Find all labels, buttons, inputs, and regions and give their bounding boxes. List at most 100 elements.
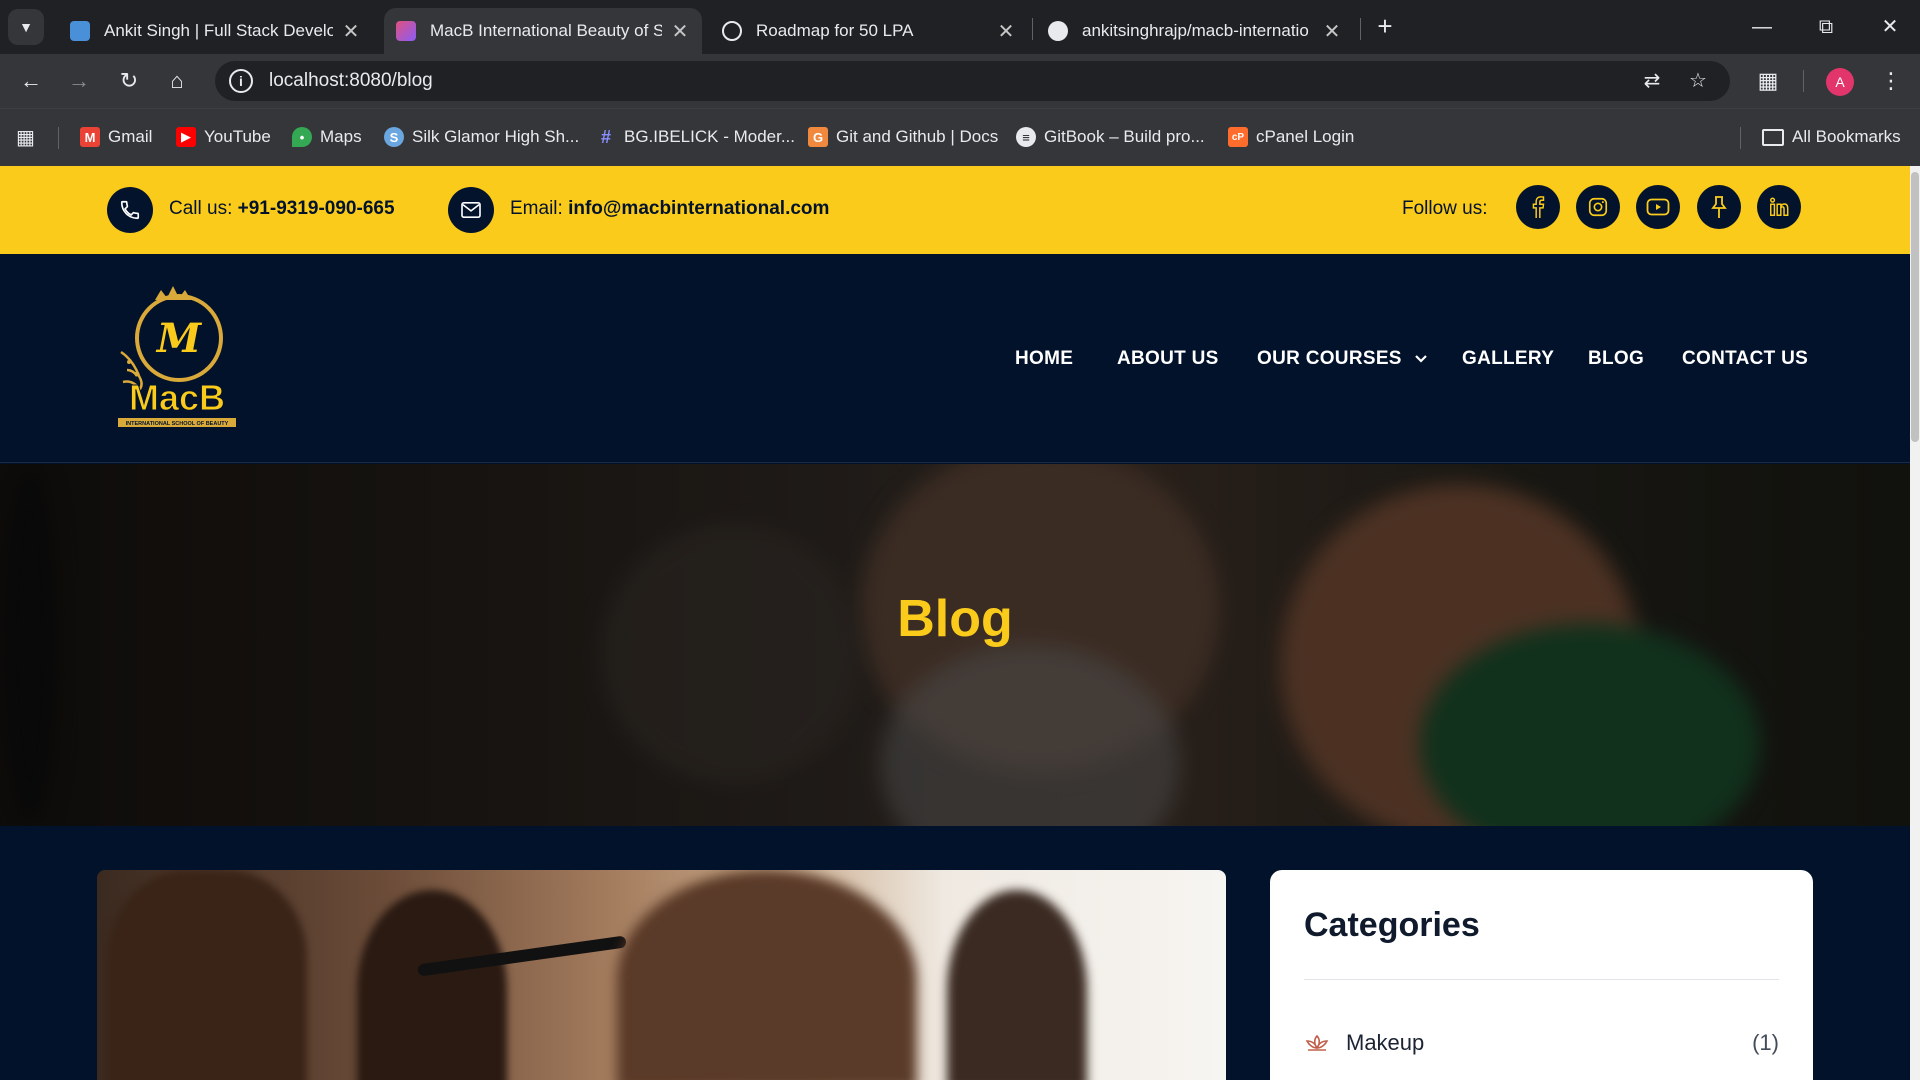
categories-heading: Categories	[1304, 906, 1480, 944]
blog-post-image[interactable]	[97, 870, 1226, 1080]
toolbar-separator	[1803, 70, 1804, 92]
mail-icon[interactable]	[448, 187, 494, 233]
bookmark-silk-glamor[interactable]: S Silk Glamor High Sh...	[384, 125, 579, 149]
chevron-down-icon	[1414, 355, 1427, 363]
tab-title: ankitsinghrajp/macb-internatio	[1082, 21, 1309, 40]
reload-icon[interactable]: ↻	[112, 64, 146, 98]
tab-ankit-singh[interactable]: Ankit Singh | Full Stack Develop ✕	[58, 8, 373, 54]
all-bookmarks-label: All Bookmarks	[1792, 127, 1901, 146]
youtube-icon[interactable]	[1636, 185, 1680, 229]
github-icon	[1048, 21, 1068, 41]
tab-title: Ankit Singh | Full Stack Develop	[104, 21, 333, 40]
bookmark-label: BG.IBELICK - Moder...	[624, 127, 796, 146]
phone-icon[interactable]	[107, 187, 153, 233]
silk-icon: S	[384, 127, 404, 147]
lotus-icon	[1305, 1034, 1329, 1051]
site-info-icon[interactable]: i	[229, 69, 253, 93]
restore-icon[interactable]: ⧉	[1806, 10, 1846, 44]
maps-icon: •	[292, 127, 312, 147]
all-bookmarks-button[interactable]: All Bookmarks	[1762, 125, 1901, 149]
tab-roadmap[interactable]: Roadmap for 50 LPA ✕	[710, 8, 1028, 54]
bookmark-label: Maps	[320, 127, 362, 146]
close-icon[interactable]: ✕	[670, 19, 690, 44]
image-shape	[617, 870, 917, 1080]
nav-our-courses[interactable]: OUR COURSES	[1257, 348, 1428, 370]
back-icon[interactable]: ←	[14, 64, 48, 98]
page-title: Blog	[897, 590, 1013, 648]
tab-separator	[1360, 18, 1361, 40]
forward-icon[interactable]: →	[62, 64, 96, 98]
extensions-icon[interactable]: ▦	[1751, 64, 1785, 98]
git-icon: G	[808, 127, 828, 147]
profile-avatar[interactable]: A	[1826, 68, 1854, 96]
email-text[interactable]: Email: info@macbinternational.com	[510, 198, 829, 220]
bookmark-cpanel[interactable]: cP cPanel Login	[1228, 125, 1354, 149]
nav-about-us[interactable]: ABOUT US	[1117, 348, 1219, 370]
bookmark-maps[interactable]: • Maps	[292, 125, 362, 149]
translate-icon[interactable]: ⇄	[1639, 69, 1665, 93]
chevron-down-icon: ▼	[19, 19, 33, 35]
facebook-icon[interactable]	[1516, 185, 1560, 229]
phone-number[interactable]: +91-9319-090-665	[238, 198, 395, 219]
tab-search-button[interactable]: ▼	[8, 9, 44, 45]
email-label: Email:	[510, 198, 563, 219]
bookmark-label: Silk Glamor High Sh...	[412, 127, 580, 146]
bookmark-separator	[58, 127, 59, 149]
bookmark-gmail[interactable]: M Gmail	[80, 125, 152, 149]
tab-macb-active[interactable]: MacB International Beauty of Sc ✕	[384, 8, 702, 54]
close-icon[interactable]: ✕	[996, 19, 1016, 44]
nav-contact-us[interactable]: CONTACT US	[1682, 348, 1808, 370]
new-tab-button[interactable]: +	[1370, 12, 1400, 42]
gmail-icon: M	[80, 127, 100, 147]
bookmark-label: Gmail	[108, 127, 153, 146]
tab-favicon-icon	[396, 21, 416, 41]
gitbook-icon: ≡	[1016, 127, 1036, 147]
image-shape	[357, 890, 507, 1080]
close-window-icon[interactable]: ✕	[1870, 10, 1910, 44]
nav-gallery[interactable]: GALLERY	[1462, 348, 1554, 370]
linkedin-icon[interactable]	[1757, 185, 1801, 229]
logo-wordmark: MacB	[129, 377, 225, 418]
folder-icon	[1762, 128, 1784, 146]
email-address[interactable]: info@macbinternational.com	[568, 198, 829, 219]
close-icon[interactable]: ✕	[341, 19, 361, 44]
contact-bar: Call us: +91-9319-090-665 Email: info@ma…	[0, 166, 1910, 254]
hero-banner: Blog	[0, 464, 1910, 826]
site-header: M MacB INTERNATIONAL SCHOOL OF BEAUTY HO…	[0, 254, 1910, 463]
categories-card: Categories Makeup (1)	[1270, 870, 1813, 1080]
url-text[interactable]: localhost:8080/blog	[269, 70, 433, 92]
instagram-icon[interactable]	[1576, 185, 1620, 229]
tab-github[interactable]: ankitsinghrajp/macb-internatio ✕	[1036, 8, 1354, 54]
macb-logo[interactable]: M MacB INTERNATIONAL SCHOOL OF BEAUTY	[115, 282, 240, 432]
category-count: (1)	[1752, 1030, 1779, 1055]
image-shape	[107, 870, 307, 1080]
call-us-label: Call us:	[169, 198, 233, 219]
tab-title: Roadmap for 50 LPA	[756, 21, 914, 40]
bookmark-youtube[interactable]: ▶ YouTube	[176, 125, 271, 149]
nav-blog[interactable]: BLOG	[1588, 348, 1644, 370]
bookmark-gitbook[interactable]: ≡ GitBook – Build pro...	[1016, 125, 1205, 149]
page-scrollbar-thumb[interactable]	[1911, 172, 1919, 442]
grid-icon: #	[600, 126, 611, 147]
menu-kebab-icon[interactable]: ⋮	[1874, 64, 1908, 98]
logo-tagline: INTERNATIONAL SCHOOL OF BEAUTY	[126, 421, 229, 427]
pinterest-icon[interactable]	[1697, 185, 1741, 229]
blog-content-section: Categories Makeup (1)	[0, 826, 1910, 1080]
apps-grid-icon[interactable]: ▦	[16, 125, 35, 149]
openai-icon	[722, 21, 742, 41]
nav-home[interactable]: HOME	[1015, 348, 1073, 370]
call-us-text[interactable]: Call us: +91-9319-090-665	[169, 198, 395, 220]
divider	[1304, 979, 1779, 980]
cpanel-icon: cP	[1228, 127, 1248, 147]
bookmark-bg-ibelick[interactable]: # BG.IBELICK - Moder...	[596, 125, 795, 149]
bookmark-label: cPanel Login	[1256, 127, 1355, 146]
address-bar[interactable]: i localhost:8080/blog ⇄ ☆	[215, 61, 1730, 101]
follow-us-label: Follow us:	[1402, 198, 1488, 219]
close-icon[interactable]: ✕	[1322, 19, 1342, 44]
minimize-icon[interactable]: —	[1742, 10, 1782, 44]
bookmark-separator	[1740, 127, 1741, 149]
category-item-makeup[interactable]: Makeup (1)	[1304, 1028, 1779, 1058]
bookmark-git-github[interactable]: G Git and Github | Docs	[808, 125, 998, 149]
home-icon[interactable]: ⌂	[160, 64, 194, 98]
star-icon[interactable]: ☆	[1685, 69, 1711, 93]
